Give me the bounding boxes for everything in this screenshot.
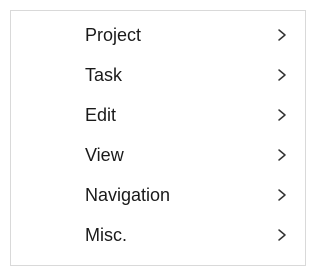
menu-item-navigation[interactable]: Navigation	[11, 175, 305, 215]
context-menu: Project Task Edit View Navigation Misc.	[10, 10, 306, 266]
menu-item-task[interactable]: Task	[11, 55, 305, 95]
menu-item-label: Misc.	[85, 225, 127, 245]
menu-item-label: Edit	[85, 105, 117, 125]
chevron-right-icon	[277, 108, 287, 122]
chevron-right-icon	[277, 28, 287, 42]
menu-item-misc[interactable]: Misc.	[11, 215, 305, 255]
menu-item-edit[interactable]: Edit	[11, 95, 305, 135]
chevron-right-icon	[277, 148, 287, 162]
chevron-right-icon	[277, 68, 287, 82]
chevron-right-icon	[277, 228, 287, 242]
menu-item-view[interactable]: View	[11, 135, 305, 175]
menu-item-label: View	[85, 145, 124, 165]
menu-item-label: Task	[85, 65, 123, 85]
chevron-right-icon	[277, 188, 287, 202]
menu-item-label: Navigation	[85, 185, 171, 205]
menu-item-label: Project	[85, 25, 142, 45]
menu-item-project[interactable]: Project	[11, 15, 305, 55]
